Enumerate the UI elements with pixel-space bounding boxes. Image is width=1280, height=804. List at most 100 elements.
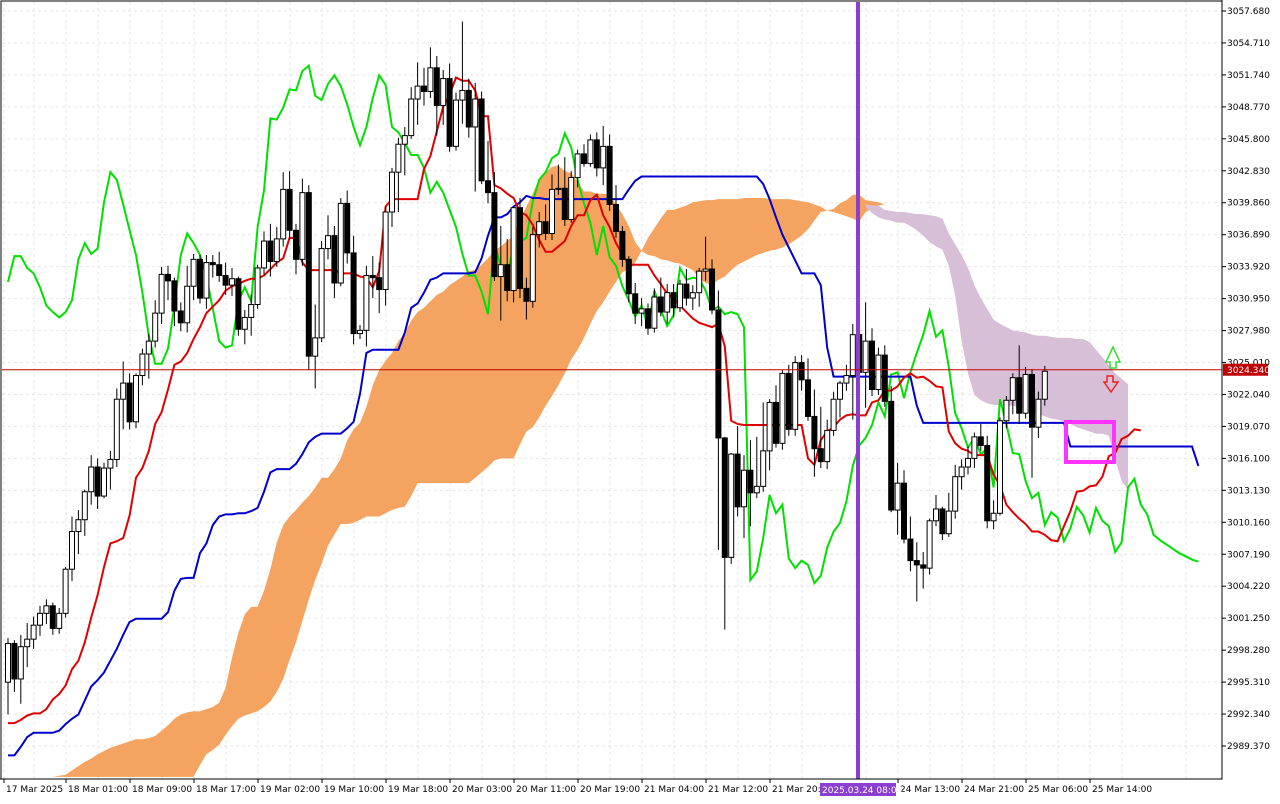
y-tick-label: 3048.770 <box>1227 103 1270 113</box>
candle-body <box>203 262 210 299</box>
candle-body <box>638 308 645 314</box>
candle-body <box>446 78 453 147</box>
candle[interactable] <box>606 134 613 211</box>
candle-body <box>747 469 754 494</box>
y-tick-label: 2989.370 <box>1227 742 1270 752</box>
candle-body <box>811 415 818 450</box>
candle-body <box>504 264 511 292</box>
candle[interactable] <box>510 206 517 303</box>
candle-body <box>561 187 568 221</box>
candle-body <box>62 568 69 614</box>
candle[interactable] <box>984 435 991 529</box>
candle[interactable] <box>568 171 575 223</box>
candle[interactable] <box>133 373 139 429</box>
y-tick-label: 3039.860 <box>1227 199 1270 209</box>
candle[interactable] <box>1022 366 1029 419</box>
candle-body <box>113 398 120 460</box>
candle[interactable] <box>997 417 1003 516</box>
candle[interactable] <box>305 185 312 371</box>
x-tick-label: 18 Mar 09:00 <box>132 785 192 795</box>
candle[interactable] <box>785 364 792 436</box>
candle-body <box>542 221 549 235</box>
candle-body <box>261 240 267 269</box>
x-tick-label: 24 Mar 21:00 <box>964 785 1024 795</box>
candle-body <box>702 268 709 272</box>
candle-body <box>798 362 805 381</box>
candle-body <box>1022 373 1029 414</box>
candle-body <box>677 283 683 309</box>
candle-body <box>581 153 587 165</box>
candle[interactable] <box>318 241 325 343</box>
candle[interactable] <box>235 276 242 336</box>
candle[interactable] <box>453 92 459 151</box>
candle-body <box>216 264 223 276</box>
x-tick-label: 24 Mar 13:00 <box>900 785 960 795</box>
candle-body <box>465 89 472 128</box>
candle-body <box>606 145 613 205</box>
candle[interactable] <box>101 462 107 499</box>
candle-body <box>101 467 107 497</box>
candle-body <box>478 98 485 182</box>
candle-body <box>241 316 248 330</box>
candle[interactable] <box>875 347 882 395</box>
candle-body <box>56 612 63 629</box>
candle-body <box>1016 377 1023 414</box>
candle-body <box>107 458 114 469</box>
x-tick-label: 20 Mar 19:00 <box>580 785 640 795</box>
x-tick-label: 25 Mar 14:00 <box>1092 785 1152 795</box>
candle-body <box>721 437 728 558</box>
candle[interactable] <box>926 518 933 575</box>
candle[interactable] <box>881 345 888 407</box>
chart-container[interactable]: 3057.680 3054.710 3051.740 3048.770 3045.800… <box>0 0 1280 800</box>
y-tick-label: 3042.830 <box>1227 167 1270 177</box>
candle-body <box>120 382 127 400</box>
candle[interactable] <box>478 91 485 185</box>
candle-body <box>760 450 767 487</box>
candle-body <box>958 466 965 478</box>
x-tick-label: 18 Mar 17:00 <box>196 785 256 795</box>
candle[interactable] <box>888 386 895 513</box>
x-tick-label: 18 Mar 01:00 <box>68 785 128 795</box>
candle-body <box>273 238 280 262</box>
candle-body <box>427 67 434 92</box>
candle-body <box>30 624 37 640</box>
candle-body <box>517 207 523 289</box>
candle[interactable] <box>1041 365 1048 406</box>
candle-body <box>305 192 312 357</box>
candle-body <box>664 292 671 313</box>
candle[interactable] <box>337 198 344 287</box>
price-chart[interactable]: 3057.680 3054.710 3051.740 3048.770 3045.800… <box>0 0 1280 800</box>
candle-body <box>773 401 779 444</box>
candle[interactable] <box>779 370 786 450</box>
candle[interactable] <box>62 567 69 618</box>
candle[interactable] <box>728 453 735 564</box>
candle-body <box>75 519 82 533</box>
candle-body <box>779 372 786 444</box>
y-tick-label: 3033.920 <box>1227 263 1270 273</box>
candle-body <box>139 353 146 377</box>
candle-body <box>939 508 946 535</box>
candle-body <box>401 135 408 145</box>
candle[interactable] <box>254 264 261 309</box>
candle-body <box>133 375 139 423</box>
x-tick-label: 20 Mar 11:00 <box>516 785 576 795</box>
candle-body <box>382 211 389 290</box>
candle-body <box>459 89 466 101</box>
candle-body <box>907 538 914 562</box>
x-tick-label: 25 Mar 06:00 <box>1028 785 1088 795</box>
candle-body <box>625 258 632 295</box>
candle-body <box>632 293 639 314</box>
candle-body <box>837 382 843 400</box>
candle-body <box>88 466 95 493</box>
candle-body <box>984 444 991 522</box>
candle[interactable] <box>529 227 536 308</box>
x-tick-label: 19 Mar 02:00 <box>260 785 320 795</box>
y-tick-label: 3004.220 <box>1227 582 1270 592</box>
candle[interactable] <box>113 388 120 467</box>
candle-body <box>325 235 331 250</box>
candle-body <box>94 466 101 497</box>
candle[interactable] <box>792 356 799 436</box>
candle[interactable] <box>517 198 523 299</box>
candle[interactable] <box>197 255 203 304</box>
candle[interactable] <box>677 279 683 313</box>
